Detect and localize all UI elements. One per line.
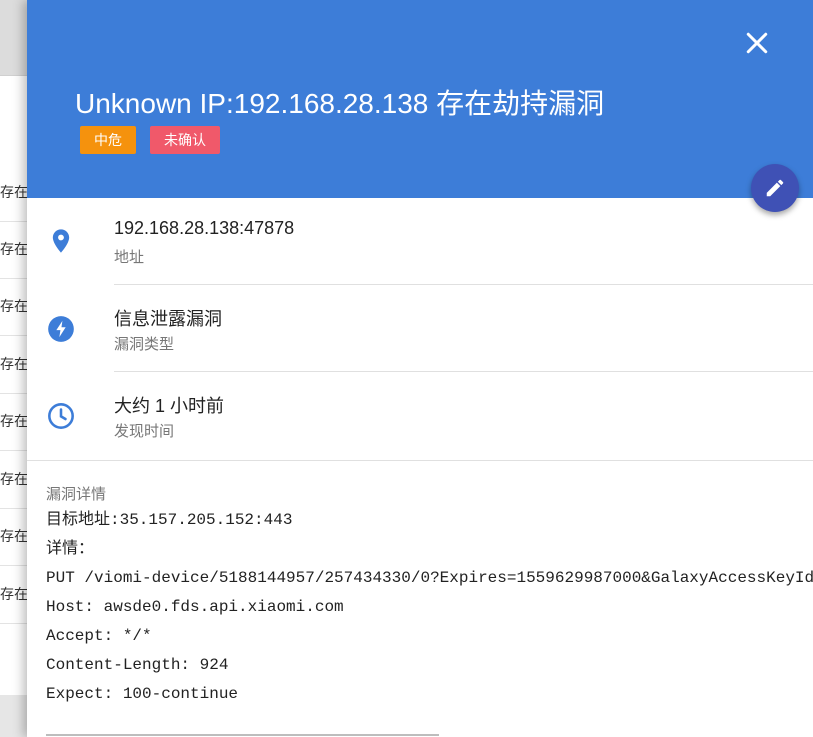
location-pin-icon [52,229,70,253]
details-title: 漏洞详情 [46,486,107,503]
detail-line: Host: awsde0.fds.api.xiaomi.com [46,598,344,616]
vulnerability-detail-drawer: Unknown IP:192.168.28.138 存在劫持漏洞 中危 未确认 … [27,0,813,737]
list-item-text: 存在 [0,298,28,314]
edit-icon [766,179,784,197]
address-label: 地址 [114,249,145,266]
vuln-type-label: 漏洞类型 [114,336,175,353]
detail-line: 目标地址:35.157.205.152:443 [46,511,293,529]
list-item-text: 存在 [0,528,28,544]
list-item-text: 存在 [0,471,28,487]
discovered-time-label: 发现时间 [114,423,175,440]
detail-line: PUT /viomi-device/5188144957/257434330/0… [46,569,813,587]
info-item-discovered-time: 大约 1 小时前 发现时间 [27,372,813,459]
details-content: 目标地址:35.157.205.152:443 详情： PUT /viomi-d… [46,506,813,709]
discovered-time-value: 大约 1 小时前 [114,396,225,416]
lightning-icon [48,316,74,342]
close-icon[interactable] [742,28,772,58]
horizontal-scrollbar[interactable] [46,734,439,736]
detail-line: Accept: */* [46,627,152,645]
page-title: Unknown IP:192.168.28.138 存在劫持漏洞 [75,88,605,119]
detail-line: Expect: 100-continue [46,685,239,703]
status-badge: 未确认 [150,126,220,154]
list-item-text: 存在 [0,241,28,257]
section-divider [27,460,813,461]
severity-badge: 中危 [80,126,136,154]
list-item-text: 存在 [0,356,28,372]
clock-icon [48,403,74,429]
edit-button[interactable] [751,164,799,212]
list-item-text: 存在 [0,586,28,602]
drawer-header: Unknown IP:192.168.28.138 存在劫持漏洞 中危 未确认 [27,0,813,198]
address-value: 192.168.28.138:47878 [114,218,295,238]
info-item-address: 192.168.28.138:47878 地址 [27,198,813,285]
vuln-type-value: 信息泄露漏洞 [114,309,222,329]
info-item-vuln-type: 信息泄露漏洞 漏洞类型 [27,285,813,372]
list-item-text: 存在 [0,413,28,429]
list-item-text: 存在 [0,184,28,200]
detail-line: Content-Length: 924 [46,656,229,674]
detail-line: 详情： [46,540,95,558]
